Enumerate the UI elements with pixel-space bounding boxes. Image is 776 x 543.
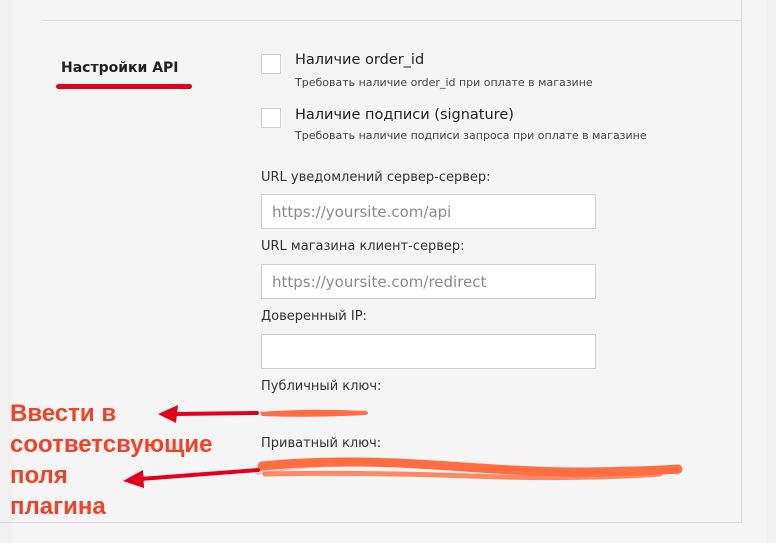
private-key-redaction bbox=[255, 457, 683, 481]
annotation-line-3: поля bbox=[10, 462, 68, 489]
annotation-line-2: соответсвующие bbox=[10, 431, 213, 458]
public-key-redaction bbox=[260, 409, 368, 417]
annotation-text: Ввести в соответсвующие поля плагина bbox=[10, 398, 250, 522]
annotation-line-1: Ввести в bbox=[10, 400, 117, 427]
annotation-line-4: плагина bbox=[10, 493, 106, 520]
